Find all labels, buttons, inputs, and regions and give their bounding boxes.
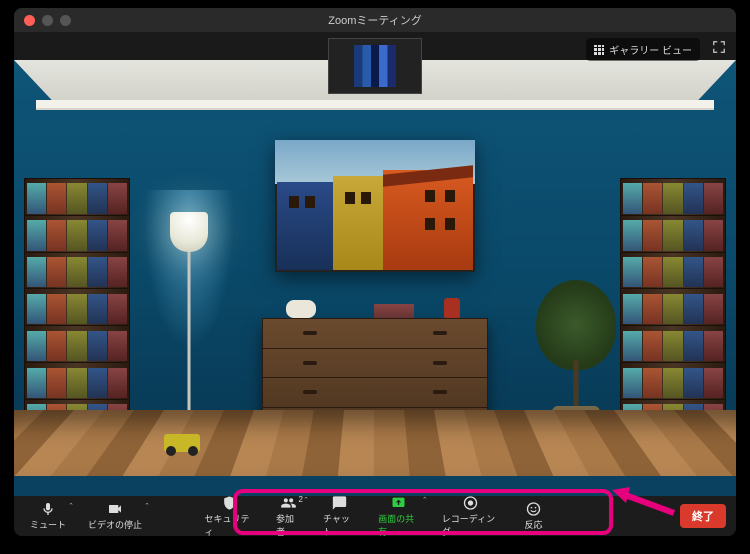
gallery-view-label: ギャラリー ビュー <box>609 42 692 57</box>
chat-button[interactable]: チャット <box>313 493 366 537</box>
fullscreen-icon <box>712 40 726 54</box>
grid-icon <box>594 45 604 55</box>
record-icon <box>463 495 479 511</box>
share-screen-icon <box>391 495 407 511</box>
video-label: ビデオの停止 <box>88 518 142 531</box>
annotation-arrow <box>606 479 676 524</box>
chevron-up-icon[interactable]: ⌃ <box>422 496 428 504</box>
share-label: 画面の共有 <box>378 512 420 537</box>
end-meeting-button[interactable]: 終了 <box>680 504 726 528</box>
mute-button[interactable]: ミュート ⌃ <box>20 499 76 533</box>
shield-icon <box>221 495 237 511</box>
security-label: セキュリティ <box>205 512 254 537</box>
reactions-button[interactable]: 反応 <box>511 493 555 537</box>
record-label: レコーディング <box>442 512 500 537</box>
self-video-thumbnail[interactable] <box>328 38 422 94</box>
video-camera-icon <box>107 501 123 517</box>
self-video-pixelated <box>354 45 396 87</box>
titlebar: Zoomミーティング <box>14 8 736 32</box>
smile-icon <box>525 501 541 517</box>
fullscreen-button[interactable] <box>712 40 726 54</box>
microphone-icon <box>40 501 56 517</box>
participants-button[interactable]: 参加者 2 ⌃ <box>266 493 311 537</box>
chevron-up-icon[interactable]: ⌃ <box>68 502 74 510</box>
chat-label: チャット <box>323 512 356 537</box>
share-screen-button[interactable]: 画面の共有 ⌃ <box>368 493 430 537</box>
reactions-label: 反応 <box>524 518 542 531</box>
participants-label: 参加者 <box>276 512 301 537</box>
meeting-window: Zoomミーティング ギャラリー ビュー <box>14 8 736 536</box>
record-button[interactable]: レコーディング <box>432 493 510 537</box>
window-title: Zoomミーティング <box>14 12 736 28</box>
mute-label: ミュート <box>30 518 66 531</box>
stop-video-button[interactable]: ビデオの停止 ⌃ <box>78 499 152 533</box>
main-video-area <box>14 60 736 496</box>
participants-icon <box>280 495 296 511</box>
chevron-up-icon[interactable]: ⌃ <box>303 496 309 504</box>
gallery-view-button[interactable]: ギャラリー ビュー <box>586 38 700 61</box>
end-label: 終了 <box>692 511 714 523</box>
chat-icon <box>332 495 348 511</box>
security-button[interactable]: セキュリティ <box>195 493 264 537</box>
chevron-up-icon[interactable]: ⌃ <box>144 502 150 510</box>
